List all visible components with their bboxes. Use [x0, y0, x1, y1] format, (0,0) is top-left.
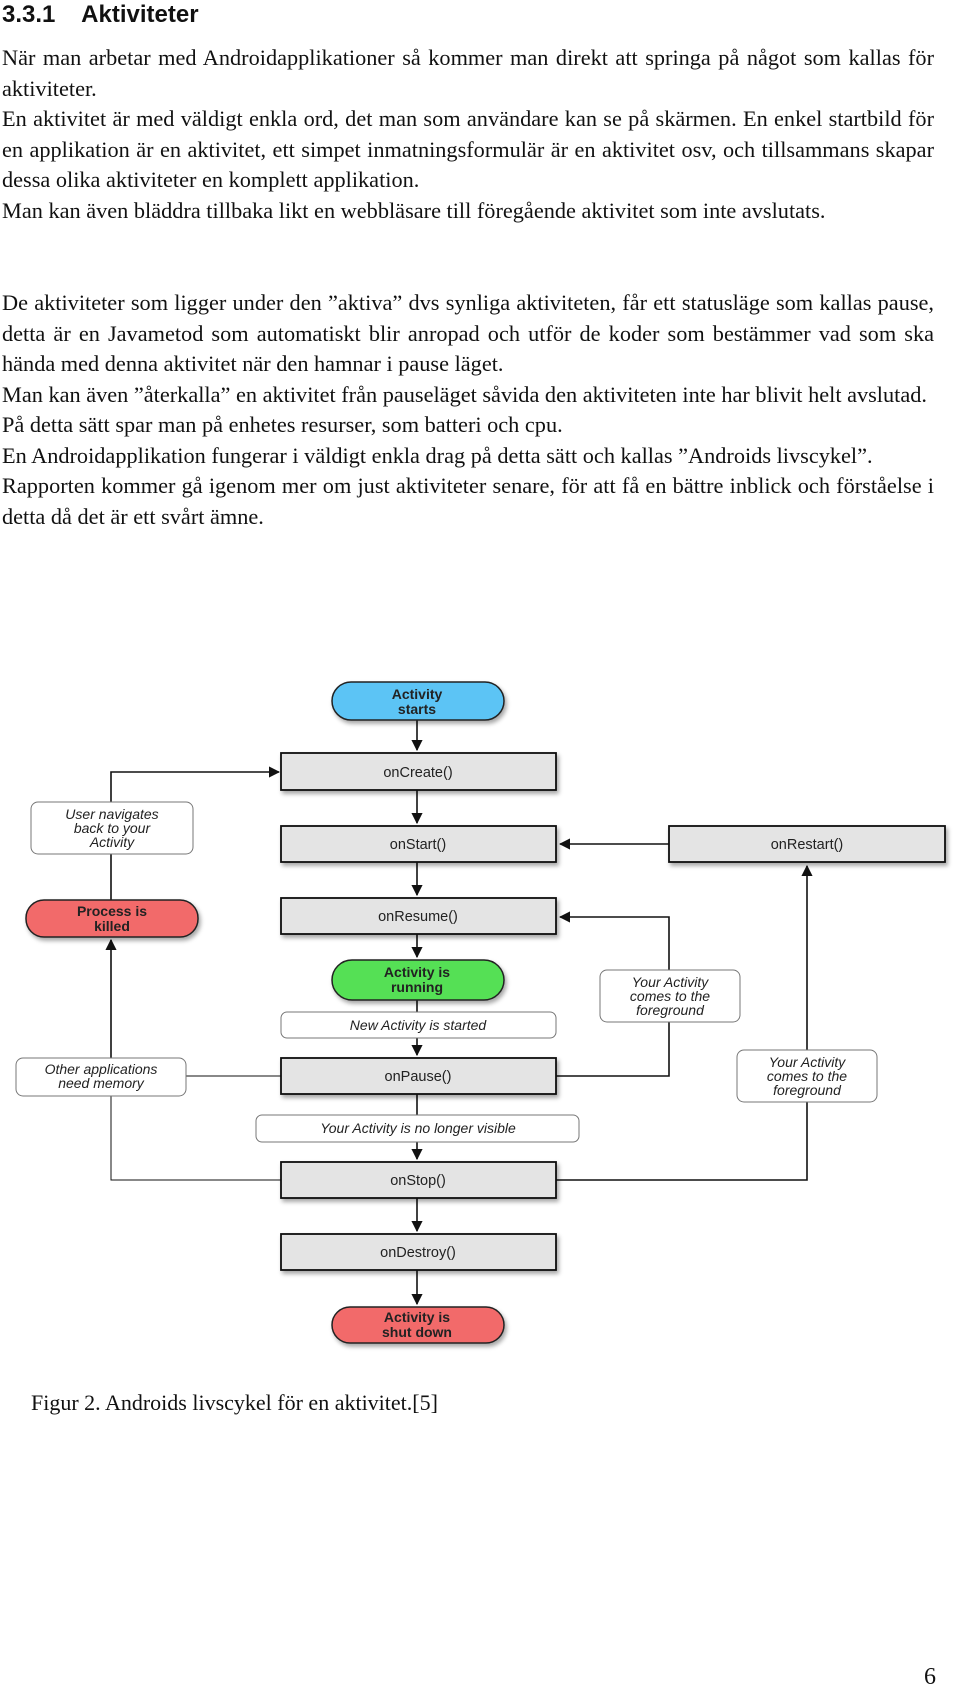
callback-onpause: onPause(): [280, 1057, 557, 1095]
activity-lifecycle-diagram: Activity starts onCreate() onStart() onR…: [15, 681, 946, 1344]
callback-ondestroy: onDestroy(): [280, 1233, 557, 1271]
note-foreground-to-onresume: Your Activity comes to the foreground: [599, 969, 741, 1023]
note-no-longer-visible: Your Activity is no longer visible: [255, 1114, 580, 1143]
node-label: Activity: [392, 686, 443, 702]
paragraph: Rapporten kommer gå igenom mer om just a…: [2, 473, 934, 529]
edge-onstop-to-memory: [110, 1096, 281, 1181]
callback-onresume: onResume(): [280, 897, 557, 935]
callback-label: onRestart(): [771, 837, 844, 853]
note-label: Your Activity is no longer visible: [320, 1120, 516, 1136]
node-activity-shut-down: Activity is shut down: [331, 1306, 505, 1344]
node-process-killed: Process is killed: [25, 899, 199, 938]
note-new-activity-started: New Activity is started: [280, 1011, 557, 1039]
intro-paragraphs: När man arbetar med Androidapplikationer…: [2, 43, 934, 226]
node-label: killed: [94, 918, 130, 934]
node-label: starts: [398, 701, 436, 717]
paragraph: De aktiviteter som ligger under den ”akt…: [2, 290, 934, 376]
callback-onstart: onStart(): [280, 825, 557, 863]
node-label: Process is: [77, 903, 147, 919]
note-label: foreground: [773, 1082, 842, 1098]
node-label: Activity is: [384, 964, 450, 980]
page-number: 6: [924, 1664, 936, 1690]
callback-label: onStart(): [390, 837, 446, 853]
paragraph: När man arbetar med Androidapplikationer…: [2, 45, 934, 101]
callback-label: onResume(): [378, 909, 458, 925]
note-user-navigates-back: User navigates back to your Activity: [30, 801, 194, 855]
node-label: shut down: [382, 1324, 452, 1340]
paragraph: Man kan även bläddra tillbaka likt en we…: [2, 197, 826, 223]
figure-caption: Figur 2. Androids livscykel för en aktiv…: [31, 1390, 438, 1415]
paragraph: En aktivitet är med väldigt enkla ord, d…: [2, 106, 934, 192]
callback-onstop: onStop(): [280, 1161, 557, 1199]
node-label: Activity is: [384, 1309, 450, 1325]
note-label: need memory: [58, 1075, 145, 1091]
note-foreground-to-onrestart: Your Activity comes to the foreground: [736, 1049, 878, 1103]
section-title: Aktiviteter: [81, 1, 199, 28]
section-number: 3.3.1: [2, 1, 56, 28]
node-activity-running: Activity is running: [331, 959, 505, 1001]
paragraph: Man kan även ”återkalla” en aktivitet fr…: [2, 381, 927, 407]
node-label: running: [391, 979, 443, 995]
node-activity-starts: Activity starts: [331, 681, 505, 721]
note-label: foreground: [636, 1002, 705, 1018]
callback-label: onCreate(): [383, 765, 452, 781]
paragraph: På detta sätt spar man på enhetes resurs…: [2, 412, 563, 437]
callback-label: onPause(): [385, 1069, 452, 1085]
callback-onrestart: onRestart(): [668, 825, 946, 863]
edge-onstop-to-onrestart: [556, 864, 813, 1181]
callback-label: onDestroy(): [380, 1245, 456, 1261]
pause-paragraphs: De aktiviteter som ligger under den ”akt…: [2, 288, 934, 532]
paragraph: En Androidapplikation fungerar i väldigt…: [2, 442, 873, 468]
callback-label: onStop(): [390, 1173, 446, 1189]
callback-oncreate: onCreate(): [280, 752, 557, 791]
note-other-apps-need-memory: Other applications need memory: [15, 1057, 187, 1097]
note-label: Activity: [89, 834, 135, 850]
note-label: New Activity is started: [350, 1017, 488, 1033]
section-heading: 3.3.1 Aktiviteter: [2, 0, 199, 30]
